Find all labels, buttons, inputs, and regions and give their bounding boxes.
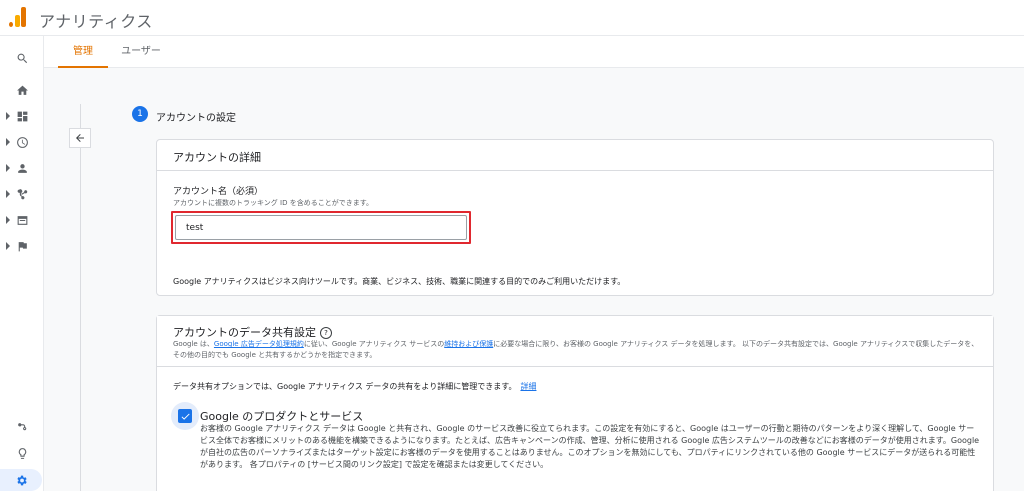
- account-name-label: アカウント名（必須）: [173, 187, 264, 197]
- account-name-help: アカウントに複数のトラッキング ID を含めることができます。: [173, 199, 373, 207]
- step-number-badge: 1: [132, 106, 148, 122]
- lightbulb-icon[interactable]: [0, 442, 44, 464]
- search-icon[interactable]: [0, 47, 44, 69]
- expand-caret-icon: [6, 112, 10, 120]
- account-details-card: アカウントの詳細 アカウント名（必須） アカウントに複数のトラッキング ID を…: [156, 139, 994, 296]
- check-icon: [181, 413, 190, 420]
- home-icon[interactable]: [0, 79, 44, 101]
- branch-icon: [17, 188, 27, 199]
- ads-data-processing-terms-link[interactable]: Google 広告データ処理規約: [214, 340, 304, 348]
- google-products-checkbox[interactable]: [178, 409, 192, 423]
- desc-text: に従い、Google アナリティクス サービスの: [303, 340, 445, 348]
- tab-users[interactable]: ユーザー: [116, 36, 166, 67]
- account-details-heading: アカウントの詳細: [173, 151, 261, 164]
- sharing-options-text: データ共有オプションでは、Google アナリティクス データの共有をより詳細に…: [173, 382, 517, 391]
- data-sharing-heading-text: アカウントのデータ共有設定: [173, 326, 316, 339]
- table-icon: [17, 215, 27, 225]
- arrow-back-icon: [76, 134, 84, 142]
- highlight-frame: [171, 211, 471, 244]
- nav-realtime[interactable]: [0, 131, 44, 153]
- desc-text: Google は、: [173, 340, 214, 348]
- admin-tabs: 管理 ユーザー: [44, 36, 1024, 68]
- admin-gear-icon[interactable]: [0, 469, 42, 491]
- flag-icon: [18, 241, 27, 251]
- back-button[interactable]: [69, 128, 91, 148]
- nav-audience[interactable]: [0, 157, 44, 179]
- app-title: アナリティクス: [39, 12, 153, 31]
- person-icon: [17, 163, 27, 173]
- nav-customization[interactable]: [0, 105, 44, 127]
- maintain-protect-link[interactable]: 維持および保護: [444, 340, 493, 348]
- tab-admin[interactable]: 管理: [58, 36, 108, 68]
- account-name-input[interactable]: [175, 215, 467, 240]
- data-sharing-heading: アカウントのデータ共有設定?: [173, 324, 332, 340]
- top-bar: アナリティクス: [0, 0, 1024, 36]
- expand-caret-icon: [6, 138, 10, 146]
- sharing-options-line: データ共有オプションでは、Google アナリティクス データの共有をより詳細に…: [173, 381, 536, 392]
- google-products-title: Google のプロダクトとサービス: [200, 410, 364, 423]
- nav-acquisition[interactable]: [0, 183, 44, 205]
- analytics-logo-icon[interactable]: [9, 7, 27, 27]
- nav-conversions[interactable]: [0, 235, 44, 257]
- card-header: アカウントのデータ共有設定? Google は、Google 広告データ処理規約…: [157, 316, 993, 367]
- google-products-description: お客様の Google アナリティクス データは Google と共有され、Go…: [200, 424, 980, 469]
- data-sharing-description: Google は、Google 広告データ処理規約に従い、Google アナリテ…: [173, 339, 983, 361]
- data-sharing-card: アカウントのデータ共有設定? Google は、Google 広告データ処理規約…: [156, 315, 994, 491]
- nav-behavior[interactable]: [0, 209, 44, 231]
- expand-caret-icon: [6, 216, 10, 224]
- expand-caret-icon: [6, 242, 10, 250]
- gear-icon: [16, 475, 27, 485]
- business-use-note: Google アナリティクスはビジネス向けツールです。商業、ビジネス、技術、職業…: [173, 277, 626, 286]
- learn-more-link[interactable]: 詳細: [520, 382, 536, 391]
- card-header: アカウントの詳細: [157, 140, 993, 171]
- dashboard-icon: [17, 111, 27, 121]
- expand-caret-icon: [6, 190, 10, 198]
- step-title: アカウントの設定: [156, 113, 236, 124]
- left-nav-rail: [0, 36, 44, 491]
- expand-caret-icon: [6, 164, 10, 172]
- share-icon[interactable]: [0, 416, 44, 438]
- stepper-line: [80, 104, 81, 491]
- clock-icon: [16, 136, 28, 148]
- help-icon[interactable]: ?: [320, 327, 332, 339]
